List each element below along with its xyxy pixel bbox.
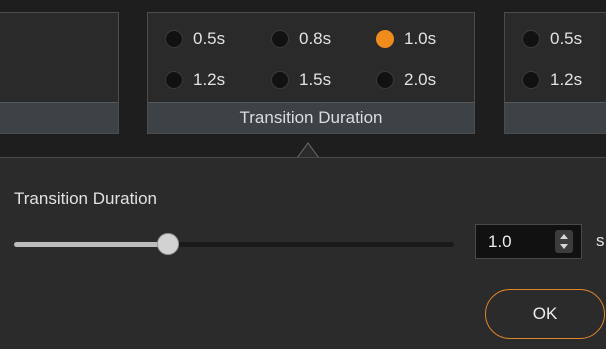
duration-option-0-5s[interactable]: 0.5s [165, 28, 225, 50]
pointer-caret-icon [296, 142, 320, 158]
radio-dot-icon [165, 30, 183, 48]
duration-option-2-0s[interactable]: 2.0s [376, 69, 436, 91]
slider-fill [14, 242, 168, 247]
transition-duration-slider[interactable] [14, 232, 454, 256]
transition-duration-label: Transition Duration [14, 189, 157, 208]
panel-title: Transition Duration [148, 102, 474, 133]
divider [0, 157, 606, 158]
duration-option-1-5s[interactable]: 1.5s [271, 69, 331, 91]
duration-option-1-2s[interactable]: 1.2s [165, 69, 225, 91]
radio-dot-icon [271, 30, 289, 48]
right-preset-panel: 0.5s 1.2s [504, 12, 606, 134]
radio-dot-icon [522, 30, 540, 48]
duration-input[interactable] [476, 225, 556, 258]
ok-button[interactable]: OK [485, 289, 605, 339]
radio-dot-icon [271, 71, 289, 89]
right-panel-footer [505, 102, 606, 133]
transition-toolbar: 0.5s 0.8s 1.0s 1.2s 1.5s 2.0s Transition… [0, 0, 606, 158]
spin-down-icon [560, 244, 568, 249]
duration-option-label: 0.5s [550, 29, 583, 48]
duration-option-label: 2.0s [404, 70, 437, 89]
radio-dot-icon [376, 71, 394, 89]
spin-up-icon [560, 234, 568, 239]
radio-dot-icon [522, 71, 540, 89]
spin-arrows-icon[interactable] [555, 230, 573, 253]
duration-option-0-8s[interactable]: 0.8s [271, 28, 331, 50]
radio-dot-selected-icon [376, 30, 394, 48]
left-preset-panel [0, 12, 119, 134]
duration-option-label: 1.5s [299, 70, 332, 89]
duration-option-0-5s[interactable]: 0.5s [522, 28, 582, 50]
duration-option-1-0s[interactable]: 1.0s [376, 28, 436, 50]
duration-option-label: 0.8s [299, 29, 332, 48]
duration-option-1-2s[interactable]: 1.2s [522, 69, 582, 91]
unit-label: s [596, 231, 605, 250]
duration-option-label: 1.0s [404, 29, 437, 48]
radio-dot-icon [165, 71, 183, 89]
transition-duration-panel: 0.5s 0.8s 1.0s 1.2s 1.5s 2.0s Transition… [147, 12, 475, 134]
duration-option-label: 1.2s [550, 70, 583, 89]
slider-thumb[interactable] [157, 233, 179, 255]
left-panel-footer [0, 102, 118, 133]
duration-option-label: 0.5s [193, 29, 226, 48]
duration-spinbox [475, 224, 582, 259]
duration-option-label: 1.2s [193, 70, 226, 89]
